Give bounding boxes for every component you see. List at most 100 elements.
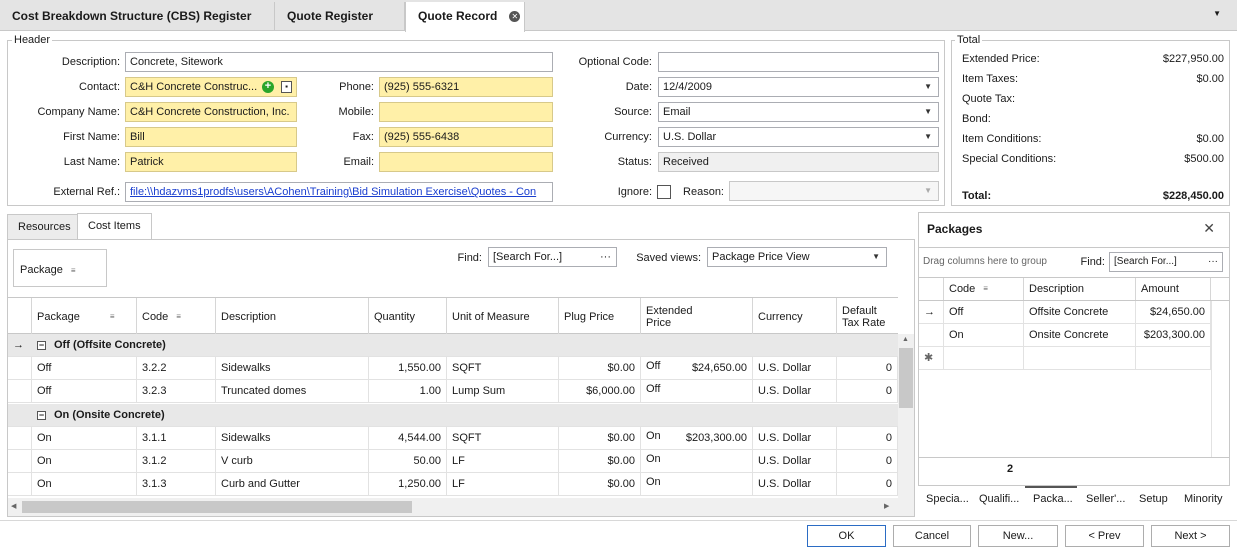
horizontal-scrollbar[interactable]: ◀ ▶ xyxy=(8,498,914,516)
tab-resources[interactable]: Resources xyxy=(7,214,82,239)
optional-code-field[interactable] xyxy=(658,52,939,72)
cell-extended-price: On xyxy=(641,450,753,473)
cell-quantity: 1,250.00 xyxy=(369,473,447,496)
col-extended-price-header[interactable]: Extended Price xyxy=(641,298,753,335)
vertical-scrollbar[interactable]: ▲ xyxy=(898,334,914,498)
chevron-down-icon: ▼ xyxy=(924,186,932,195)
currency-select[interactable]: U.S. Dollar ▼ xyxy=(658,127,939,147)
col-quantity-header[interactable]: Quantity xyxy=(369,298,447,335)
ext-package: On xyxy=(646,430,661,442)
more-icon[interactable]: ··· xyxy=(600,248,611,266)
cell-tax-rate: 0 xyxy=(837,450,898,473)
new-button[interactable]: New... xyxy=(978,525,1058,547)
email-label: Email: xyxy=(343,156,374,168)
tab-minority[interactable]: Minority xyxy=(1184,493,1223,505)
mobile-field[interactable] xyxy=(379,102,553,122)
scroll-left-icon[interactable]: ◀ xyxy=(11,502,16,510)
collapse-icon[interactable]: − xyxy=(37,411,46,420)
cell-quantity: 1.00 xyxy=(369,380,447,403)
group-row-off[interactable]: → − Off (Offsite Concrete) xyxy=(8,334,898,357)
col-tax-rate-header[interactable]: Default Tax Rate xyxy=(837,298,898,335)
source-select[interactable]: Email ▼ xyxy=(658,102,939,122)
col-uom-header[interactable]: Unit of Measure xyxy=(447,298,559,335)
external-ref-link[interactable]: file:\\hdazvms1prodfs\users\ACohen\Train… xyxy=(125,182,553,202)
saved-view-value: Package Price View xyxy=(712,251,810,263)
col-package-header[interactable]: Package ≡ xyxy=(32,298,137,335)
tab-label: Packa... xyxy=(1033,493,1073,505)
tab-label: Minority xyxy=(1184,493,1223,505)
group-by-panel[interactable]: Package ≡ xyxy=(13,249,107,287)
col-label: Unit of Measure xyxy=(452,310,530,323)
col-description-header[interactable]: Description xyxy=(1024,278,1136,300)
tab-cbs-register[interactable]: Cost Breakdown Structure (CBS) Register xyxy=(0,2,275,31)
currency-label: Currency: xyxy=(604,131,652,143)
cell-tax-rate: 0 xyxy=(837,380,898,403)
add-contact-icon[interactable]: + xyxy=(262,81,274,93)
company-field[interactable]: C&H Concrete Construction, Inc. xyxy=(125,102,297,122)
scroll-thumb[interactable] xyxy=(899,348,913,408)
close-tab-icon[interactable]: ✕ xyxy=(509,11,521,22)
reason-label: Reason: xyxy=(683,186,724,198)
group-header: − Off (Offsite Concrete) xyxy=(32,334,898,357)
tab-setup[interactable]: Setup xyxy=(1139,493,1168,505)
table-row[interactable]: On 3.1.2 V curb 50.00 LF $0.00 On U.S. D… xyxy=(8,450,898,473)
tab-quote-register[interactable]: Quote Register xyxy=(275,2,405,31)
col-plug-price-header[interactable]: Plug Price xyxy=(559,298,641,335)
col-amount-header[interactable]: Amount xyxy=(1136,278,1211,300)
tab-qualifications[interactable]: Qualifi... xyxy=(979,493,1019,505)
collapse-icon[interactable]: − xyxy=(37,341,46,350)
optional-code-label: Optional Code: xyxy=(578,56,652,68)
chevron-down-icon[interactable]: ▼ xyxy=(924,103,932,121)
chevron-down-icon[interactable]: ▼ xyxy=(872,248,880,266)
contact-card-icon[interactable]: ▪ xyxy=(281,81,292,93)
group-label: On (Onsite Concrete) xyxy=(54,409,165,421)
table-row[interactable]: → Off Offsite Concrete $24,650.00 xyxy=(919,301,1211,324)
table-row[interactable]: On 3.1.1 Sidewalks 4,544.00 SQFT $0.00 O… xyxy=(8,427,898,450)
chevron-down-icon[interactable]: ▼ xyxy=(924,128,932,146)
cell-plug-price: $0.00 xyxy=(559,450,641,473)
description-field[interactable]: Concrete, Sitework xyxy=(125,52,553,72)
next-button[interactable]: Next > xyxy=(1151,525,1230,547)
tab-sellers[interactable]: Seller'... xyxy=(1086,493,1125,505)
ok-button[interactable]: OK xyxy=(807,525,886,547)
scroll-thumb[interactable] xyxy=(22,501,412,513)
col-code-header[interactable]: Code ≡ xyxy=(944,278,1024,300)
prev-button[interactable]: < Prev xyxy=(1065,525,1144,547)
scroll-up-icon[interactable]: ▲ xyxy=(902,336,909,343)
saved-views-select[interactable]: Package Price View ▼ xyxy=(707,247,887,267)
col-currency-header[interactable]: Currency xyxy=(753,298,837,335)
new-row[interactable]: ✱ xyxy=(919,347,1211,370)
table-row[interactable]: Off 3.2.2 Sidewalks 1,550.00 SQFT $0.00 … xyxy=(8,357,898,380)
tab-quote-record[interactable]: Quote Record ✕ xyxy=(405,2,525,32)
total-row-bond: Bond: xyxy=(962,110,1224,128)
email-field[interactable] xyxy=(379,152,553,172)
group-row-on[interactable]: − On (Onsite Concrete) xyxy=(8,404,898,427)
table-row[interactable]: On Onsite Concrete $203,300.00 xyxy=(919,324,1211,347)
contact-field[interactable]: C&H Concrete Construc... + ▪ xyxy=(125,77,297,97)
cancel-button[interactable]: Cancel xyxy=(893,525,971,547)
tab-special[interactable]: Specia... xyxy=(926,493,969,505)
packages-find-input[interactable]: [Search For...] ··· xyxy=(1109,252,1223,272)
chevron-down-icon[interactable]: ▼ xyxy=(924,78,932,96)
first-name-field[interactable]: Bill xyxy=(125,127,297,147)
table-row[interactable]: On 3.1.3 Curb and Gutter 1,250.00 LF $0.… xyxy=(8,473,898,496)
total-label: Item Conditions: xyxy=(962,133,1042,145)
col-code-header[interactable]: Code ≡ xyxy=(137,298,216,335)
last-name-field[interactable]: Patrick xyxy=(125,152,297,172)
fax-field[interactable]: (925) 555-6438 xyxy=(379,127,553,147)
tab-packages[interactable]: Packa... xyxy=(1025,486,1077,512)
ignore-checkbox[interactable] xyxy=(657,185,671,199)
col-description-header[interactable]: Description xyxy=(216,298,369,335)
phone-field[interactable]: (925) 555-6321 xyxy=(379,77,553,97)
grid-find-input[interactable]: [Search For...] ··· xyxy=(488,247,617,267)
cell-currency: U.S. Dollar xyxy=(753,450,837,473)
scroll-right-icon[interactable]: ▶ xyxy=(884,502,889,510)
tab-cost-items[interactable]: Cost Items xyxy=(77,213,152,240)
close-icon[interactable]: ✕ xyxy=(1203,220,1215,237)
cell-extended-price: On xyxy=(641,473,753,496)
table-row[interactable]: Off 3.2.3 Truncated domes 1.00 Lump Sum … xyxy=(8,380,898,403)
total-label: Extended Price: xyxy=(962,53,1040,65)
date-picker[interactable]: 12/4/2009 ▼ xyxy=(658,77,939,97)
more-icon[interactable]: ··· xyxy=(1208,253,1218,271)
tab-menu-chevron-down-icon[interactable]: ▼ xyxy=(1213,9,1221,18)
